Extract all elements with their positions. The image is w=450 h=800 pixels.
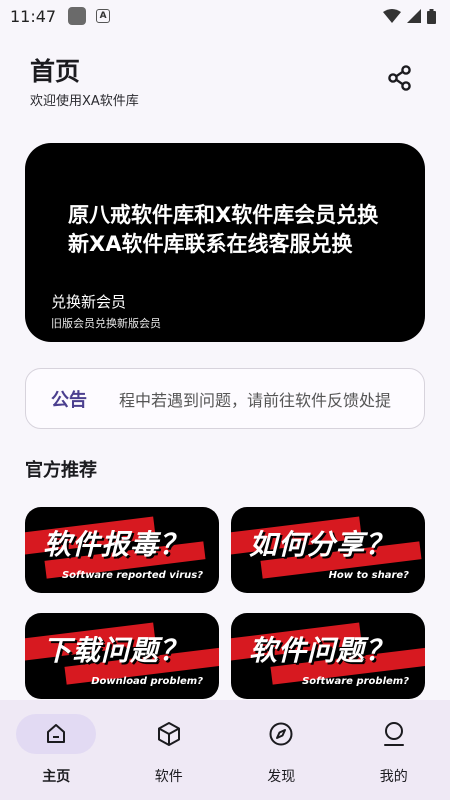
- card-download[interactable]: 下载问题？ Download problem?: [25, 613, 219, 699]
- banner-subtitle: 旧版会员兑换新版会员: [51, 317, 161, 330]
- nav-label: 主页: [42, 769, 71, 785]
- card-title: 软件报毒？: [43, 528, 189, 561]
- status-bar: 11:47 A: [0, 0, 450, 32]
- card-title: 如何分享？: [249, 528, 395, 561]
- card-virus[interactable]: 软件报毒？ Software reported virus?: [25, 507, 219, 593]
- status-time: 11:47: [10, 6, 57, 26]
- card-title: 软件问题？: [249, 634, 395, 667]
- nav-active-indicator: [16, 714, 97, 754]
- compass-icon: [269, 722, 293, 746]
- card-subtitle: Software reported virus?: [61, 570, 203, 581]
- status-indicators: [383, 8, 436, 24]
- nav-item-software[interactable]: 软件: [113, 700, 226, 800]
- app-notification-icon: [68, 7, 87, 25]
- banner-text: 原八戒软件库和X软件库会员兑换新XA软件库联系在线客服兑换: [68, 203, 379, 256]
- card-title: 下载问题？: [43, 634, 189, 667]
- nav-label: 我的: [379, 769, 408, 785]
- notice-bar[interactable]: 公告 程中若遇到问题，请前往软件反馈处提: [25, 368, 425, 429]
- nav-label: 软件: [154, 769, 183, 785]
- nav-item-discover[interactable]: 发现: [225, 700, 338, 800]
- promo-banner[interactable]: 原八戒软件库和X软件库会员兑换新XA软件库联系在线客服兑换 兑换新会员 旧版会员…: [25, 143, 425, 342]
- notice-label: 公告: [51, 389, 87, 411]
- section-title: 官方推荐: [25, 460, 97, 481]
- battery-icon: [427, 8, 436, 24]
- header: 首页 欢迎使用XA软件库: [30, 52, 420, 112]
- card-share[interactable]: 如何分享？ How to share?: [231, 507, 425, 593]
- signal-icon: [407, 9, 421, 23]
- card-subtitle: How to share?: [328, 570, 409, 581]
- share-icon: [388, 65, 411, 91]
- page-subtitle: 欢迎使用XA软件库: [30, 94, 139, 109]
- card-software[interactable]: 软件问题？ Software problem?: [231, 613, 425, 699]
- banner-title: 兑换新会员: [51, 293, 127, 311]
- nav-label: 发现: [267, 769, 296, 785]
- share-button[interactable]: [384, 62, 416, 94]
- a-notification-icon: A: [96, 9, 111, 23]
- bottom-nav: 主页 软件 发现 我的: [0, 700, 450, 800]
- home-icon: [47, 724, 66, 743]
- card-subtitle: Software problem?: [302, 676, 409, 687]
- card-subtitle: Download problem?: [91, 676, 203, 687]
- page-title: 首页: [30, 57, 81, 86]
- wifi-icon: [383, 9, 401, 23]
- notice-text: 程中若遇到问题，请前往软件反馈处提: [119, 390, 392, 410]
- nav-item-home[interactable]: 主页: [0, 700, 113, 800]
- nav-item-profile[interactable]: 我的: [338, 700, 450, 800]
- box-icon: [157, 722, 180, 746]
- person-icon: [383, 722, 404, 746]
